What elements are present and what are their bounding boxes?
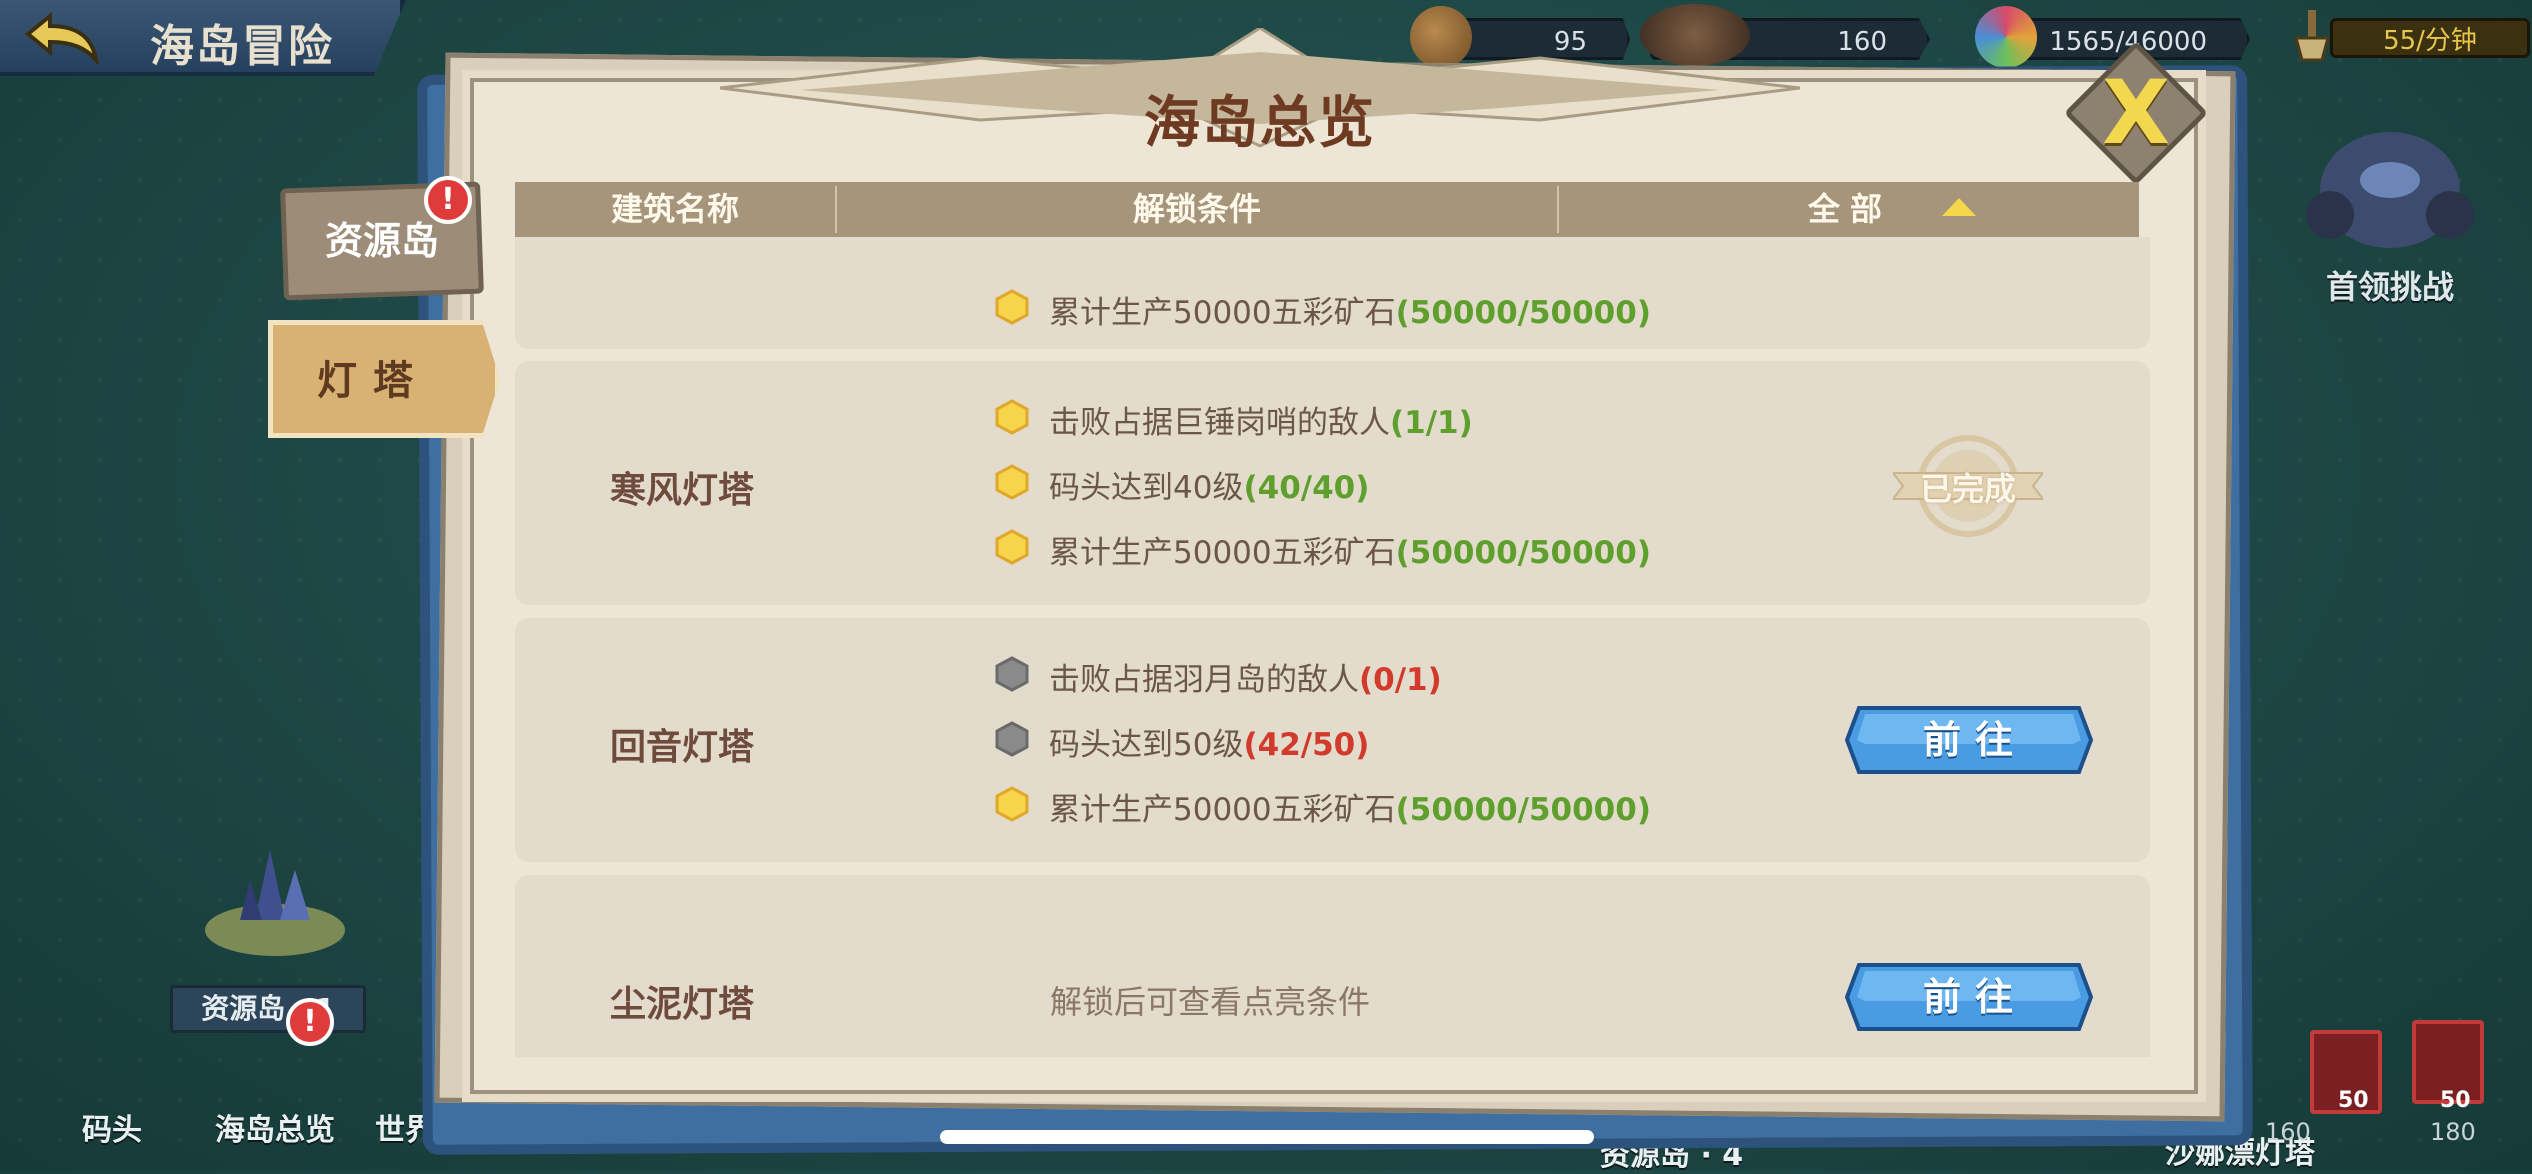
building-name: 回音灯塔 (610, 727, 755, 768)
locked-hint: 解锁后可查看点亮条件 (1050, 983, 1371, 1021)
filter-dropdown[interactable]: 全部 (1760, 182, 1940, 237)
modal-title: 海岛总览 (1144, 91, 1376, 156)
nav-dock-label[interactable]: 码头 (82, 1105, 142, 1149)
reward-card-count: 50 (2338, 1088, 2369, 1113)
go-button[interactable]: 前往 (1851, 961, 2099, 1033)
shovel-icon (2294, 10, 2330, 62)
condition-text: 击败占据羽月岛的敌人(0/1) (1049, 662, 1442, 698)
boss-challenge-icon[interactable] (2290, 120, 2490, 260)
condition-text: 累计生产50000五彩矿石(50000/50000) (1049, 295, 1651, 331)
header-building-name: 建筑名称 (610, 190, 739, 228)
condition-met-icon (995, 399, 1029, 435)
condition-met-icon (995, 464, 1029, 500)
condition-text: 码头达到50级(42/50) (1049, 727, 1370, 763)
header-divider (1557, 186, 1559, 233)
condition-text: 累计生产50000五彩矿石(50000/50000) (1049, 535, 1651, 571)
go-button[interactable]: 前往 (1851, 704, 2099, 776)
production-rate: 55/分钟 (2330, 18, 2530, 58)
table-row: 回音灯塔 击败占据羽月岛的敌人(0/1) 码头达到50级(42/50) 累计生产… (515, 618, 2150, 862)
page-title: 海岛冒险 (150, 21, 334, 72)
axis-tick: 160 (2265, 1118, 2311, 1146)
condition-text: 累计生产50000五彩矿石(50000/50000) (1049, 792, 1651, 828)
table-row: 累计生产50000五彩矿石(50000/50000) (515, 237, 2150, 349)
completed-status: 已完成 (1919, 470, 2016, 508)
condition-met-icon (995, 529, 1029, 565)
island-label: 资源岛 · 1 (170, 985, 366, 1033)
condition-unmet-icon (995, 721, 1029, 757)
building-name: 寒风灯塔 (610, 470, 755, 511)
axis-tick: 180 (2430, 1118, 2476, 1146)
close-icon[interactable]: X (2085, 62, 2187, 164)
condition-unmet-icon (995, 656, 1029, 692)
condition-text: 击败占据巨锤岗哨的敌人(1/1) (1049, 405, 1473, 441)
condition-met-icon (995, 289, 1029, 325)
overview-alert-badge-icon: ! (286, 998, 334, 1046)
building-name: 尘泥灯塔 (610, 984, 755, 1025)
tab-lighthouse-label[interactable]: 灯塔 (268, 348, 478, 406)
gem-icon (1975, 6, 2037, 68)
dropdown-arrow-icon[interactable] (1942, 198, 1976, 216)
alert-badge-icon: ! (424, 176, 472, 224)
reward-card-count: 50 (2440, 1088, 2471, 1113)
nav-overview-label[interactable]: 海岛总览 (215, 1105, 335, 1149)
table-row: 寒风灯塔 击败占据巨锤岗哨的敌人(1/1) 码头达到40级(40/40) 累计生… (515, 361, 2150, 605)
header-unlock-condition: 解锁条件 (1132, 190, 1261, 228)
crystal-island-icon (205, 850, 345, 956)
table-row: 尘泥灯塔 解锁后可查看点亮条件 前往 (515, 875, 2150, 1057)
condition-met-icon (995, 786, 1029, 822)
condition-text: 码头达到40级(40/40) (1049, 470, 1370, 506)
back-arrow-icon[interactable] (20, 8, 110, 64)
lighthouse-list[interactable]: 累计生产50000五彩矿石(50000/50000) 寒风灯塔 击败占据巨锤岗哨… (515, 237, 2150, 1057)
home-indicator (940, 1130, 1594, 1144)
boss-challenge-label: 首领挑战 (2325, 268, 2454, 306)
